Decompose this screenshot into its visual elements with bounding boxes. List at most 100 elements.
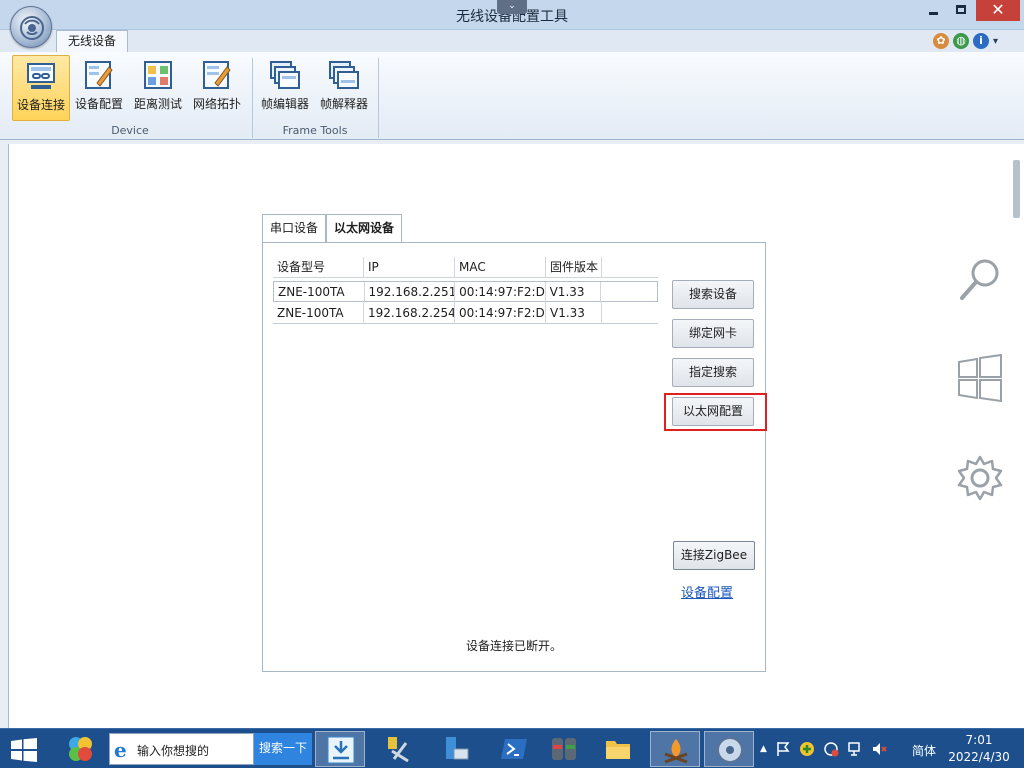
ribbon-group-label-device: Device bbox=[111, 124, 149, 137]
table-row[interactable]: ZNE-100TA 192.168.2.254 00:14:97:F2:D...… bbox=[273, 303, 658, 324]
shield-plus-icon[interactable] bbox=[799, 741, 815, 757]
device-type-tabs: 串口设备 以太网设备 bbox=[262, 214, 403, 244]
cell-model: ZNE-100TA bbox=[273, 303, 364, 324]
security-icon[interactable] bbox=[823, 741, 839, 757]
device-table: 设备型号 IP MAC 固件版本 ZNE-100TA 192.168.2.251… bbox=[273, 257, 658, 629]
clock-date: 2022/4/30 bbox=[948, 750, 1010, 764]
settings-gear-icon[interactable] bbox=[956, 454, 1004, 502]
ribbon-button-label: 设备配置 bbox=[74, 97, 123, 111]
taskbar-file-explorer[interactable] bbox=[593, 731, 643, 767]
taskbar-network-share[interactable] bbox=[315, 731, 365, 767]
ribbon-group-label-frame-tools: Frame Tools bbox=[282, 124, 348, 137]
tab-wireless-devices[interactable]: 无线设备 bbox=[56, 30, 128, 53]
cell-firmware: V1.33 bbox=[546, 303, 602, 324]
column-header-model[interactable]: 设备型号 bbox=[273, 257, 364, 278]
ribbon-tab-strip: 无线设备 ✿ ◍ i ▾ bbox=[0, 30, 1024, 53]
cell-firmware: V1.33 bbox=[546, 282, 602, 303]
frame-editor-icon bbox=[270, 61, 300, 89]
vertical-scrollbar-thumb[interactable] bbox=[1013, 160, 1020, 218]
help-icons: ✿ ◍ i ▾ bbox=[933, 31, 998, 51]
globe-icon[interactable]: ◍ bbox=[953, 33, 969, 49]
frame-editor-button[interactable]: 帧编辑器 bbox=[256, 55, 314, 121]
ribbon-panel: 设备连接 设备配置 距离测试 网络拓扑 Device 帧编辑器 帧解释器 Fra… bbox=[0, 52, 1024, 140]
taskbar-powershell[interactable] bbox=[489, 731, 539, 767]
server-manager-icon bbox=[446, 737, 469, 760]
search-icon[interactable] bbox=[956, 256, 1004, 304]
powershell-icon bbox=[501, 739, 527, 759]
column-header-extra[interactable] bbox=[602, 257, 658, 278]
distance-test-icon bbox=[144, 61, 172, 89]
bind-nic-button[interactable]: 绑定网卡 bbox=[672, 319, 754, 348]
cell-extra bbox=[601, 282, 657, 303]
taskbar-campfire-app[interactable] bbox=[650, 731, 700, 767]
network-icon[interactable] bbox=[847, 741, 863, 757]
tray-expand-icon[interactable]: ▲ bbox=[760, 744, 767, 754]
taskbar-database[interactable] bbox=[539, 731, 589, 767]
taskbar-tools[interactable] bbox=[373, 731, 423, 767]
flag-icon[interactable] bbox=[775, 741, 791, 757]
network-topology-button[interactable]: 网络拓扑 bbox=[188, 55, 246, 121]
highlight-box bbox=[664, 393, 767, 431]
ribbon-group-separator bbox=[252, 58, 253, 138]
close-button[interactable]: ✕ bbox=[976, 0, 1020, 21]
cell-ip: 192.168.2.251 bbox=[365, 282, 456, 303]
taskbar-clock[interactable]: 7:01 2022/4/30 bbox=[944, 732, 1014, 766]
maximize-button[interactable] bbox=[948, 0, 974, 21]
database-icon bbox=[552, 738, 576, 760]
column-header-ip[interactable]: IP bbox=[364, 257, 455, 278]
app-menu-orb[interactable] bbox=[10, 6, 52, 48]
frame-interpreter-button[interactable]: 帧解释器 bbox=[315, 55, 373, 121]
ribbon-button-label: 帧编辑器 bbox=[260, 97, 309, 111]
info-icon[interactable]: i bbox=[973, 33, 989, 49]
cell-extra bbox=[602, 303, 658, 324]
search-placeholder: 输入你想搜的 bbox=[137, 744, 210, 758]
table-row[interactable]: ZNE-100TA 192.168.2.251 00:14:97:F2:D...… bbox=[273, 281, 658, 303]
network-share-icon bbox=[327, 736, 355, 764]
column-header-mac[interactable]: MAC bbox=[455, 257, 546, 278]
maximize-icon bbox=[956, 5, 966, 14]
wireless-config-tool-icon bbox=[717, 737, 743, 763]
column-header-firmware[interactable]: 固件版本 bbox=[546, 257, 602, 278]
taskbar-wireless-config-tool[interactable] bbox=[704, 731, 754, 767]
targeted-search-button[interactable]: 指定搜索 bbox=[672, 358, 754, 387]
taskbar-search-button[interactable]: 搜索一下 bbox=[254, 733, 312, 765]
device-config-link[interactable]: 设备配置 bbox=[681, 582, 733, 601]
minimize-button[interactable] bbox=[920, 0, 946, 21]
windows-start-icon[interactable] bbox=[10, 738, 38, 762]
device-config-icon bbox=[85, 61, 113, 89]
quick-access-chevron[interactable]: ⌄ bbox=[497, 0, 527, 14]
distance-test-button[interactable]: 距离测试 bbox=[129, 55, 187, 121]
palette-icon[interactable]: ✿ bbox=[933, 33, 949, 49]
cell-mac: 00:14:97:F2:D... bbox=[455, 282, 546, 303]
volume-muted-icon[interactable] bbox=[871, 741, 887, 757]
ribbon-button-label: 帧解释器 bbox=[319, 97, 368, 111]
tools-icon bbox=[388, 737, 409, 763]
frame-interpreter-icon bbox=[329, 61, 359, 89]
taskbar-search-box[interactable]: e 输入你想搜的 bbox=[109, 733, 254, 765]
network-topology-icon bbox=[203, 61, 231, 89]
tab-serial-devices[interactable]: 串口设备 bbox=[262, 214, 327, 243]
taskbar: e 输入你想搜的 搜索一下 ▲ 简体 7:01 2022/4/30 bbox=[0, 728, 1024, 768]
taskbar-360-safe[interactable] bbox=[55, 731, 105, 767]
input-method-indicator[interactable]: 简体 bbox=[912, 742, 936, 759]
tab-ethernet-devices[interactable]: 以太网设备 bbox=[326, 214, 403, 244]
connection-status-text: 设备连接已断开。 bbox=[465, 639, 562, 653]
connect-zigbee-button[interactable]: 连接ZigBee bbox=[673, 541, 755, 570]
windows-start-icon[interactable] bbox=[956, 354, 1004, 402]
taskbar-server-manager[interactable] bbox=[431, 731, 481, 767]
device-config-button[interactable]: 设备配置 bbox=[70, 55, 128, 121]
campfire-app-icon bbox=[664, 739, 688, 764]
cell-mac: 00:14:97:F2:D... bbox=[455, 303, 546, 324]
cell-ip: 192.168.2.254 bbox=[364, 303, 455, 324]
ribbon-group-separator bbox=[378, 58, 379, 138]
dropdown-icon[interactable]: ▾ bbox=[993, 36, 998, 47]
cell-model: ZNE-100TA bbox=[274, 282, 365, 303]
device-connect-icon bbox=[27, 63, 55, 89]
system-tray: ▲ bbox=[760, 729, 887, 768]
ie-icon: e bbox=[114, 738, 127, 762]
file-explorer-icon bbox=[606, 741, 630, 759]
360-safe-icon bbox=[69, 737, 92, 761]
search-devices-button[interactable]: 搜索设备 bbox=[672, 280, 754, 309]
device-connect-button[interactable]: 设备连接 bbox=[12, 55, 70, 121]
ribbon-button-label: 设备连接 bbox=[16, 98, 65, 112]
